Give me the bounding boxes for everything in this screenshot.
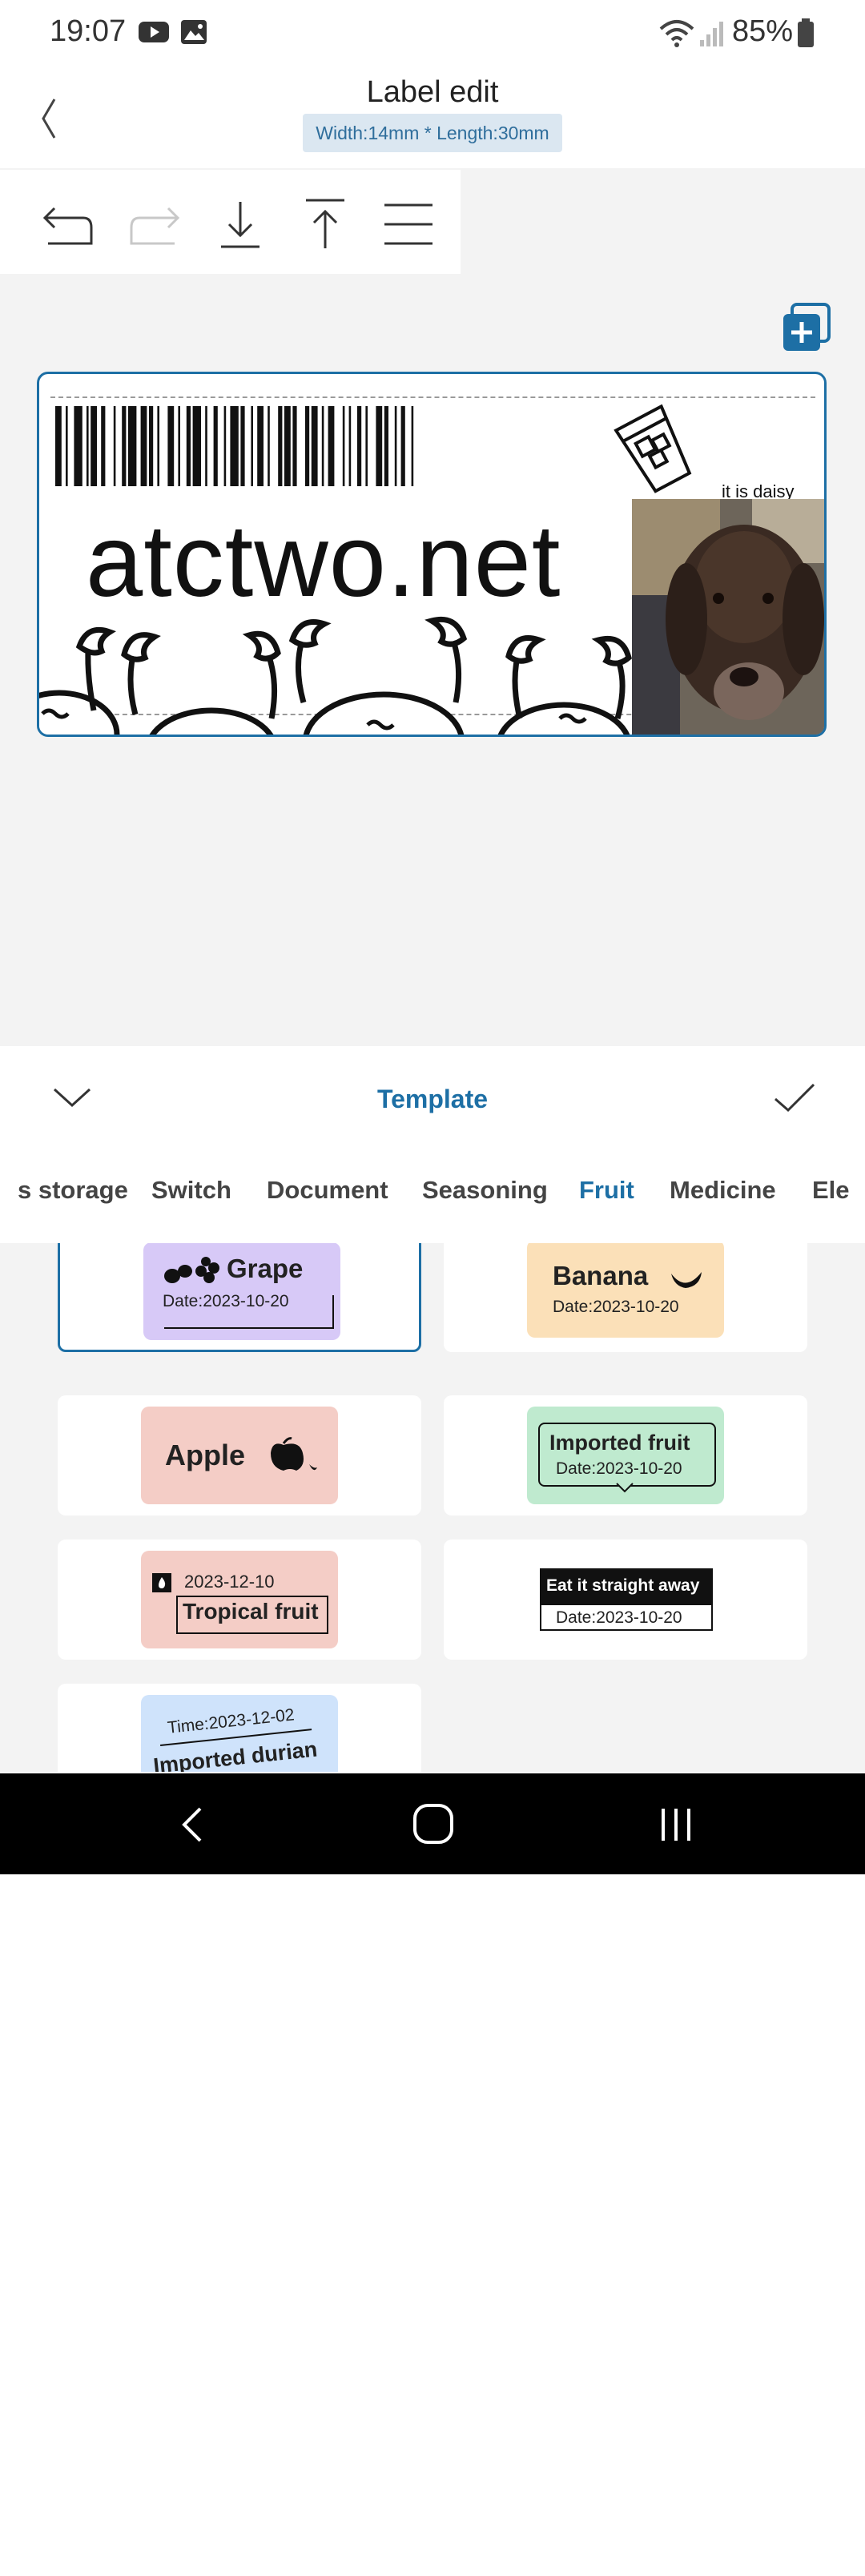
grape-date: Date:2023-10-20: [163, 1292, 289, 1310]
status-bar: 19:07 85%: [0, 0, 865, 64]
move-up-button[interactable]: [296, 195, 354, 252]
nav-back-icon[interactable]: [178, 1805, 207, 1844]
undo-button[interactable]: [40, 195, 98, 252]
eat-date: Date:2023-10-20: [556, 1608, 682, 1627]
eat-template-preview: Eat it straight away Date:2023-10-20: [540, 1568, 713, 1631]
tab-switch[interactable]: Switch: [151, 1176, 231, 1205]
dog-photo[interactable]: [632, 499, 827, 737]
template-card-imported-fruit[interactable]: Imported fruit Date:2023-10-20: [444, 1395, 807, 1515]
imported-template-preview: Imported fruit Date:2023-10-20: [527, 1407, 724, 1504]
align-menu-button[interactable]: [380, 195, 437, 252]
system-navigation-bar: [0, 1773, 865, 1874]
durian-template-preview: Time:2023-12-02 Imported durian: [141, 1695, 338, 1772]
flame-icon: [152, 1573, 171, 1592]
margin-guide-top: [50, 396, 815, 398]
nav-home-icon[interactable]: [412, 1802, 455, 1845]
label-dimensions-badge: Width:14mm * Length:30mm: [303, 114, 562, 152]
gallery-icon: [181, 20, 207, 44]
tropical-template-preview: 2023-12-10 Tropical fruit: [141, 1551, 338, 1648]
imported-date: Date:2023-10-20: [556, 1459, 682, 1478]
template-card-durian[interactable]: Time:2023-12-02 Imported durian: [58, 1684, 421, 1772]
tab-fruit[interactable]: Fruit: [579, 1176, 634, 1205]
tropical-date: 2023-12-10: [184, 1572, 275, 1592]
crab-border-graphic[interactable]: [39, 614, 632, 737]
banana-title: Banana: [553, 1261, 649, 1290]
redo-button[interactable]: [125, 195, 183, 252]
speech-pointer: [616, 1483, 634, 1493]
template-card-apple[interactable]: Apple: [58, 1395, 421, 1515]
confirm-button[interactable]: [770, 1080, 819, 1115]
apple-template-preview: Apple: [141, 1407, 338, 1504]
apple-icon: [271, 1437, 317, 1471]
grape-template-preview: Grape Date:2023-10-20: [143, 1243, 340, 1340]
battery-percent: 85%: [731, 14, 793, 48]
eat-title: Eat it straight away: [546, 1576, 700, 1595]
app-header: Label edit Width:14mm * Length:30mm: [0, 64, 865, 168]
label-main-text[interactable]: atctwo.net: [86, 502, 561, 620]
template-card-tropical[interactable]: 2023-12-10 Tropical fruit: [58, 1540, 421, 1660]
tab-document[interactable]: Document: [267, 1176, 388, 1205]
status-time: 19:07: [50, 14, 127, 48]
wifi-icon: [659, 20, 694, 47]
template-card-banana[interactable]: Banana Date:2023-10-20: [444, 1243, 807, 1352]
panel-title: Template: [376, 1085, 489, 1113]
label-canvas[interactable]: atctwo.net it is daisy: [37, 372, 827, 737]
nav-recents-icon[interactable]: [657, 1805, 695, 1844]
tab-storage[interactable]: s storage: [18, 1176, 128, 1205]
imported-title: Imported fruit: [549, 1431, 690, 1455]
barcode[interactable]: [55, 406, 544, 486]
battery-icon: [798, 18, 814, 47]
signal-icon: [700, 22, 723, 46]
youtube-icon: [139, 22, 169, 42]
page-title: Label edit: [366, 75, 499, 109]
banana-date: Date:2023-10-20: [553, 1298, 679, 1316]
move-down-button[interactable]: [211, 195, 269, 252]
tab-seasoning[interactable]: Seasoning: [422, 1176, 548, 1205]
tropical-title: Tropical fruit: [183, 1599, 319, 1624]
template-card-grape[interactable]: Grape Date:2023-10-20: [58, 1243, 421, 1352]
apple-title: Apple: [165, 1439, 246, 1471]
iced-drink-icon[interactable]: [600, 403, 712, 499]
tab-medicine[interactable]: Medicine: [670, 1176, 776, 1205]
banana-icon: [671, 1272, 702, 1288]
add-element-button[interactable]: [781, 303, 832, 354]
template-card-eat-straight-away[interactable]: Eat it straight away Date:2023-10-20: [444, 1540, 807, 1660]
edit-toolbar: [0, 170, 461, 274]
grape-icon: [164, 1257, 219, 1283]
grape-title: Grape: [227, 1254, 304, 1283]
banana-template-preview: Banana Date:2023-10-20: [527, 1243, 724, 1338]
template-grid: Grape Date:2023-10-20 Banana Date:2023-1…: [0, 1243, 865, 1772]
tab-ele[interactable]: Ele: [812, 1176, 850, 1205]
category-tabs: s storage Switch Document Seasoning Frui…: [0, 1176, 865, 1224]
